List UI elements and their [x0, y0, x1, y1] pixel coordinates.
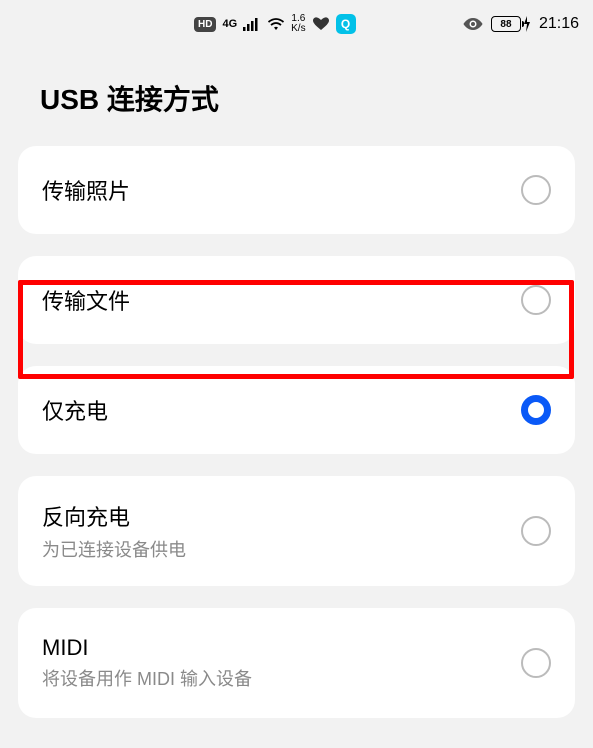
charging-icon [523, 16, 531, 32]
status-time: 21:16 [539, 15, 579, 33]
q-badge-icon: Q [336, 14, 356, 34]
option-label: 仅充电 [42, 394, 108, 426]
status-left: HD 4G 1.6 K/s Q [194, 14, 356, 34]
options-list: 传输照片 传输文件 仅充电 反向充电 为已连接设备供电 MIDI 将设备用作 M… [0, 146, 593, 718]
option-transfer-files[interactable]: 传输文件 [18, 256, 575, 344]
option-midi[interactable]: MIDI 将设备用作 MIDI 输入设备 [18, 608, 575, 718]
radio-unchecked[interactable] [521, 648, 551, 678]
option-text: 反向充电 为已连接设备供电 [42, 500, 186, 562]
network-speed: 1.6 K/s [291, 14, 305, 34]
option-text: 传输照片 [42, 174, 130, 206]
heart-icon [312, 17, 330, 31]
radio-unchecked[interactable] [521, 175, 551, 205]
option-description: 为已连接设备供电 [42, 536, 186, 562]
network-4g-icon: 4G [222, 18, 237, 30]
status-right: 88 21:16 [463, 15, 579, 33]
option-charge-only[interactable]: 仅充电 [18, 366, 575, 454]
option-transfer-photos[interactable]: 传输照片 [18, 146, 575, 234]
speed-unit: K/s [291, 24, 305, 34]
option-text: MIDI 将设备用作 MIDI 输入设备 [42, 635, 252, 691]
battery-icon: 88 [491, 16, 521, 32]
page-title: USB 连接方式 [40, 78, 553, 118]
option-text: 传输文件 [42, 284, 130, 316]
status-bar: HD 4G 1.6 K/s Q 88 [0, 0, 593, 48]
signal-bars-icon [243, 17, 261, 31]
option-label: 传输照片 [42, 174, 130, 206]
battery-indicator: 88 [491, 16, 531, 32]
option-reverse-charging[interactable]: 反向充电 为已连接设备供电 [18, 476, 575, 586]
wifi-icon [267, 17, 285, 31]
radio-checked[interactable] [521, 395, 551, 425]
page-header: USB 连接方式 [0, 48, 593, 146]
option-label: 传输文件 [42, 284, 130, 316]
option-description: 将设备用作 MIDI 输入设备 [42, 665, 252, 691]
hd-badge-icon: HD [194, 17, 216, 32]
radio-unchecked[interactable] [521, 285, 551, 315]
battery-percent: 88 [500, 19, 511, 30]
option-label: MIDI [42, 635, 252, 661]
eye-icon [463, 17, 483, 31]
option-label: 反向充电 [42, 500, 186, 532]
option-text: 仅充电 [42, 394, 108, 426]
radio-unchecked[interactable] [521, 516, 551, 546]
